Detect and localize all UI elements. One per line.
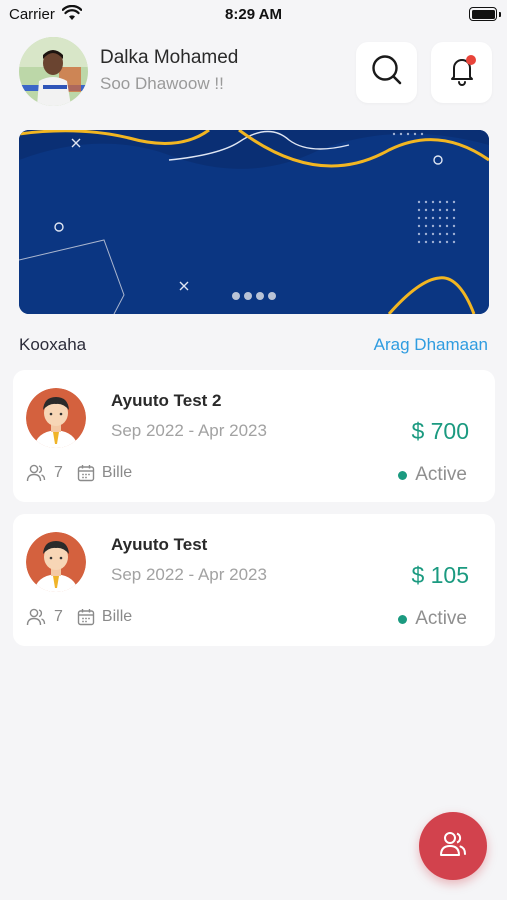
search-icon bbox=[370, 53, 404, 92]
group-title: Ayuuto Test bbox=[111, 535, 208, 554]
user-name: Dalka Mohamed bbox=[100, 47, 239, 68]
pagination-dot[interactable] bbox=[256, 292, 264, 300]
status-dot-icon bbox=[398, 614, 408, 624]
group-title: Ayuuto Test 2 bbox=[111, 391, 222, 410]
group-frequency: Bille bbox=[101, 464, 133, 481]
see-all-link[interactable]: Arag Dhamaan bbox=[374, 335, 488, 355]
promo-banner[interactable] bbox=[19, 130, 489, 314]
group-card[interactable]: Ayuuto Test Sep 2022 - Apr 2023 $ 105 7 … bbox=[13, 514, 495, 646]
group-avatar bbox=[26, 532, 86, 592]
battery-icon bbox=[469, 7, 497, 21]
group-frequency: Bille bbox=[101, 608, 133, 625]
members-icon bbox=[26, 608, 46, 626]
members-icon bbox=[439, 831, 467, 862]
status-dot-icon bbox=[398, 470, 408, 480]
member-count: 7 bbox=[54, 608, 63, 625]
add-group-button[interactable] bbox=[419, 812, 487, 880]
status-label: Active bbox=[415, 464, 467, 485]
user-avatar[interactable] bbox=[19, 37, 88, 106]
calendar-icon bbox=[77, 608, 95, 626]
status-time: 8:29 AM bbox=[225, 6, 282, 23]
members-icon bbox=[26, 464, 46, 482]
calendar-icon bbox=[77, 464, 95, 482]
group-amount: $ 105 bbox=[411, 562, 469, 588]
group-dates: Sep 2022 - Apr 2023 bbox=[111, 421, 267, 440]
group-card[interactable]: Ayuuto Test 2 Sep 2022 - Apr 2023 $ 700 … bbox=[13, 370, 495, 502]
status-badge: Active bbox=[398, 464, 467, 486]
pagination-dot[interactable] bbox=[268, 292, 276, 300]
group-avatar bbox=[26, 388, 86, 448]
group-meta: 7 Bille bbox=[26, 608, 132, 626]
status-label: Active bbox=[415, 608, 467, 629]
search-button[interactable] bbox=[356, 42, 417, 103]
status-badge: Active bbox=[398, 608, 467, 630]
status-bar: Carrier 8:29 AM bbox=[0, 0, 507, 30]
group-amount: $ 700 bbox=[411, 418, 469, 444]
banner-pagination[interactable] bbox=[232, 292, 276, 300]
section-title: Kooxaha bbox=[19, 335, 87, 354]
bell-icon bbox=[445, 53, 479, 92]
pagination-dot[interactable] bbox=[244, 292, 252, 300]
group-meta: 7 Bille bbox=[26, 464, 132, 482]
group-dates: Sep 2022 - Apr 2023 bbox=[111, 565, 267, 584]
pagination-dot[interactable] bbox=[232, 292, 240, 300]
member-count: 7 bbox=[54, 464, 63, 481]
notifications-button[interactable] bbox=[431, 42, 492, 103]
user-greeting: Soo Dhawoow !! bbox=[100, 74, 224, 93]
